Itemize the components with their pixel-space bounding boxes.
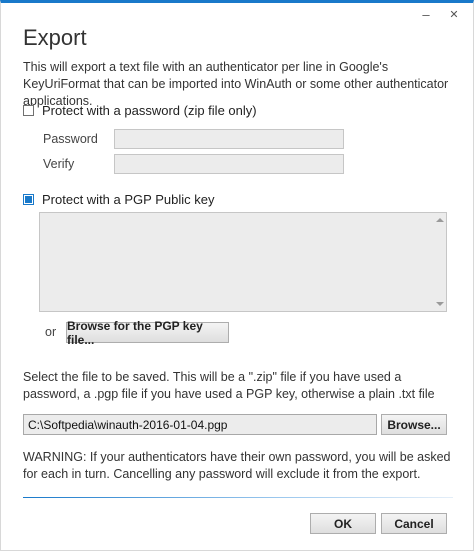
scroll-up-icon[interactable] <box>436 218 444 222</box>
pgp-protect-label: Protect with a PGP Public key <box>42 192 215 207</box>
close-icon: ✕ <box>449 8 459 21</box>
warning-text: WARNING: If your authenticators have the… <box>23 450 451 481</box>
browse-file-button[interactable]: Browse... <box>381 414 447 435</box>
minimize-button[interactable]: – <box>419 6 433 22</box>
pgp-key-scrollbar[interactable] <box>434 213 446 311</box>
password-protect-option[interactable]: Protect with a password (zip file only) <box>23 103 257 118</box>
file-path-value: C:\Softpedia\winauth-2016-01-04.pgp <box>28 417 228 432</box>
file-path-field[interactable]: C:\Softpedia\winauth-2016-01-04.pgp <box>23 414 377 435</box>
pgp-key-textarea[interactable] <box>39 212 447 312</box>
browse-pgp-key-button[interactable]: Browse for the PGP key file... <box>66 319 229 347</box>
scroll-down-icon[interactable] <box>436 302 444 306</box>
or-label: or <box>45 325 57 339</box>
pgp-protect-option[interactable]: Protect with a PGP Public key <box>23 192 214 207</box>
verify-label: Verify <box>43 157 75 171</box>
password-protect-checkbox[interactable] <box>23 105 34 116</box>
export-dialog: – ✕ Export This will export a text file … <box>0 0 474 551</box>
cancel-button[interactable]: Cancel <box>381 513 447 534</box>
file-description: Select the file to be saved. This will b… <box>23 370 435 401</box>
password-protect-label: Protect with a password (zip file only) <box>42 103 257 118</box>
password-label: Password <box>43 132 98 146</box>
page-title: Export <box>23 25 87 50</box>
verify-field[interactable] <box>114 154 344 174</box>
ok-button[interactable]: OK <box>310 513 376 534</box>
minimize-icon: – <box>422 6 430 22</box>
password-field[interactable] <box>114 129 344 149</box>
window-controls: – ✕ <box>419 6 461 22</box>
close-button[interactable]: ✕ <box>447 6 461 22</box>
footer-divider <box>23 497 453 498</box>
pgp-protect-checkbox[interactable] <box>23 194 34 205</box>
